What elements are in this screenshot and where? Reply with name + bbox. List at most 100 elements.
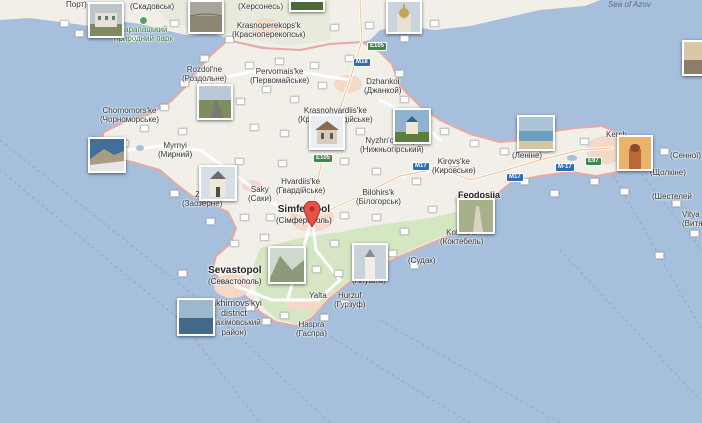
map-view[interactable]: E105 M18 E105 M17 M17 E97 M-17 Порт) (Ск… <box>0 0 702 423</box>
photo-thumb[interactable] <box>250 124 259 131</box>
photo-thumb[interactable] <box>170 190 179 197</box>
photo-image <box>190 2 222 32</box>
photo-image <box>311 116 343 148</box>
photo-thumb[interactable] <box>280 130 289 137</box>
photo-thumb[interactable] <box>388 250 397 257</box>
photo-thumb[interactable] <box>428 206 437 213</box>
photo-thumb[interactable] <box>334 270 343 277</box>
label-cyrillic: (Коктебель) <box>440 237 484 246</box>
photo-marker-field[interactable] <box>289 0 325 12</box>
photo-thumb[interactable] <box>318 82 327 89</box>
photo-thumb[interactable] <box>75 30 84 37</box>
photo-image <box>395 110 429 142</box>
photo-marker-temple[interactable] <box>199 165 237 201</box>
photo-marker-sea-edge[interactable] <box>682 40 702 76</box>
photo-thumb[interactable] <box>310 62 319 69</box>
photo-marker-road[interactable] <box>197 84 233 120</box>
photo-thumb[interactable] <box>690 230 699 237</box>
photo-thumb[interactable] <box>290 96 299 103</box>
photo-thumb[interactable] <box>356 128 365 135</box>
photo-thumb[interactable] <box>550 190 559 197</box>
photo-thumb[interactable] <box>262 318 271 325</box>
label-cyrillic: (Красноперекопськ) <box>232 30 306 39</box>
photo-thumb[interactable] <box>400 228 409 235</box>
photo-marker-church[interactable] <box>393 108 431 144</box>
photo-thumb[interactable] <box>470 140 479 147</box>
photo-thumb[interactable] <box>230 240 239 247</box>
photo-thumb[interactable] <box>178 128 187 135</box>
photo-thumb[interactable] <box>330 240 339 247</box>
road-shield-e97: E97 <box>585 157 602 166</box>
photo-thumb[interactable] <box>365 22 374 29</box>
photo-thumb[interactable] <box>655 252 664 259</box>
park-icon[interactable] <box>139 16 148 25</box>
label-latin: Kirovs'ke <box>437 157 470 166</box>
city-label-pervomaiske: Pervomais'ke (Первомайське) <box>250 67 309 85</box>
city-label-bilohirsk: Bilohirs'k (Білогорськ) <box>356 188 401 206</box>
photo-marker-coast[interactable] <box>517 115 555 151</box>
red-map-pin <box>303 200 321 228</box>
photo-thumb[interactable] <box>440 128 449 135</box>
label-latin: Haspra <box>298 320 325 329</box>
photo-thumb[interactable] <box>372 168 381 175</box>
photo-thumb[interactable] <box>340 212 349 219</box>
photo-thumb[interactable] <box>580 138 589 145</box>
photo-thumb[interactable] <box>330 24 339 31</box>
photo-marker-kerch-church[interactable] <box>617 135 653 171</box>
photo-marker-sea[interactable] <box>177 298 215 336</box>
label-cyrillic: (Кировське) <box>432 166 476 175</box>
photo-thumb[interactable] <box>200 55 209 62</box>
photo-thumb[interactable] <box>260 234 269 241</box>
photo-marker-cathedral[interactable] <box>386 0 422 34</box>
photo-thumb[interactable] <box>278 160 287 167</box>
photo-thumb[interactable] <box>400 96 409 103</box>
photo-marker-mansion[interactable] <box>309 114 345 150</box>
label-cyrillic: (Первомайське) <box>250 76 310 85</box>
photo-thumb[interactable] <box>235 158 244 165</box>
photo-thumb[interactable] <box>500 148 509 155</box>
photo-marker-chapel[interactable] <box>352 243 388 281</box>
photo-marker-path[interactable] <box>457 198 495 234</box>
city-label-sevastopol: Sevastopol (Севастополь) <box>208 265 262 287</box>
photo-thumb[interactable] <box>590 178 599 185</box>
label-latin: Dzhankoi <box>366 77 400 86</box>
place-label: (Скадовськ) <box>130 2 175 11</box>
photo-thumb[interactable] <box>240 214 249 221</box>
label-cyrillic: (Гаспра) <box>296 329 327 338</box>
photo-thumb[interactable] <box>140 125 149 132</box>
photo-thumb[interactable] <box>430 20 439 27</box>
photo-thumb[interactable] <box>280 312 289 319</box>
photo-thumb[interactable] <box>236 98 245 105</box>
photo-marker-steppe[interactable] <box>188 0 224 34</box>
photo-marker-cliff[interactable] <box>88 137 126 173</box>
photo-thumb[interactable] <box>160 104 169 111</box>
photo-thumb[interactable] <box>275 58 284 65</box>
city-label-vityaz: Vitya (Витязе <box>682 210 702 228</box>
photo-marker-mountain[interactable] <box>268 246 306 284</box>
photo-thumb[interactable] <box>395 70 404 77</box>
photo-marker-building[interactable] <box>88 2 124 38</box>
photo-image <box>90 4 122 36</box>
photo-thumb[interactable] <box>312 266 321 273</box>
label-cyrillic: (Гвардійське) <box>276 186 326 195</box>
label-latin: Hurzuf <box>337 291 362 300</box>
photo-thumb[interactable] <box>660 148 669 155</box>
photo-image <box>199 86 231 118</box>
city-label-rozdolne: Rozdol'ne (Роздольне) <box>182 65 227 83</box>
photo-thumb[interactable] <box>620 188 629 195</box>
photo-thumb[interactable] <box>412 178 421 185</box>
photo-thumb[interactable] <box>340 158 349 165</box>
road-shield-m17: M17 <box>412 162 430 171</box>
map-pin-icon[interactable] <box>303 200 321 228</box>
road-shield-e105: E105 <box>313 154 334 163</box>
place-label: (Сенної) <box>670 151 702 160</box>
photo-thumb[interactable] <box>372 214 381 221</box>
photo-thumb[interactable] <box>262 86 271 93</box>
photo-thumb[interactable] <box>266 214 275 221</box>
photo-thumb[interactable] <box>178 270 187 277</box>
photo-thumb[interactable] <box>206 218 215 225</box>
place-label: (Шестелей <box>652 192 692 201</box>
photo-thumb[interactable] <box>672 200 681 207</box>
photo-thumb[interactable] <box>400 35 409 42</box>
photo-thumb[interactable] <box>60 20 69 27</box>
